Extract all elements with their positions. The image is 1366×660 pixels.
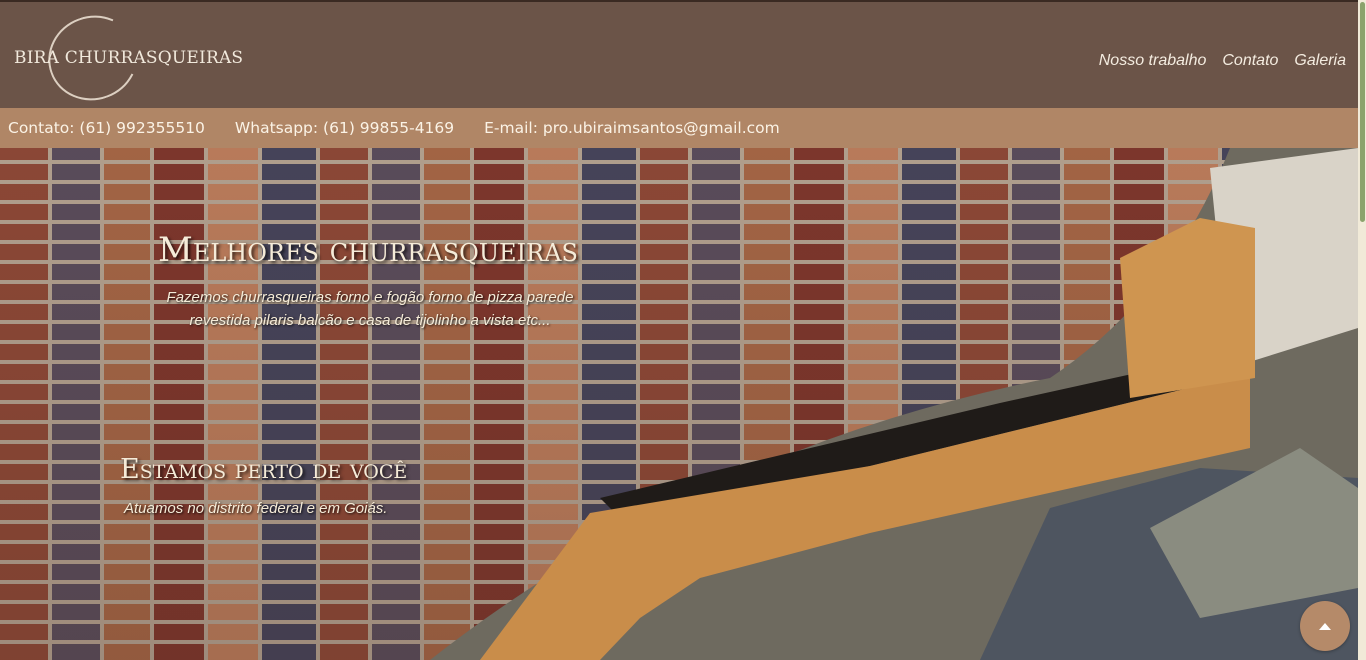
nav-link-galeria[interactable]: Galeria bbox=[1294, 52, 1346, 70]
brick-chimney bbox=[1120, 218, 1255, 398]
hero-banner: Melhores churrasqueiras Fazemos churrasq… bbox=[0, 148, 1358, 660]
hero-subtitle-secondary: Atuamos no distrito federal e em Goiás. bbox=[124, 500, 388, 517]
hero-title-secondary: Estamos perto de você bbox=[120, 454, 408, 485]
hero-subtitle: Fazemos churrasqueiras forno e fogão for… bbox=[166, 289, 574, 329]
main-nav: Nosso trabalho Contato Galeria bbox=[1099, 52, 1346, 70]
back-to-top-button[interactable] bbox=[1300, 601, 1350, 651]
barbecue-photo bbox=[430, 148, 1358, 660]
scrollbar[interactable] bbox=[1358, 0, 1366, 660]
contact-whatsapp: Whatsapp: (61) 99855-4169 bbox=[234, 119, 455, 137]
contact-email: E-mail: pro.ubiraimsantos@gmail.com bbox=[484, 119, 780, 137]
nav-link-contato[interactable]: Contato bbox=[1222, 52, 1278, 70]
contact-bar: Contato: (61) 992355510 Whatsapp: (61) 9… bbox=[0, 108, 1358, 148]
site-header: BIRA CHURRASQUEIRAS Nosso trabalho Conta… bbox=[0, 2, 1358, 113]
logo-text: BIRA CHURRASQUEIRAS bbox=[14, 48, 244, 68]
scrollbar-thumb[interactable] bbox=[1360, 2, 1365, 222]
chevron-up-icon bbox=[1319, 622, 1331, 630]
nav-link-nosso-trabalho[interactable]: Nosso trabalho bbox=[1099, 52, 1207, 70]
hero-title: Melhores churrasqueiras bbox=[158, 230, 578, 270]
logo[interactable]: BIRA CHURRASQUEIRAS bbox=[12, 3, 243, 113]
contact-phone: Contato: (61) 992355510 bbox=[8, 119, 205, 137]
